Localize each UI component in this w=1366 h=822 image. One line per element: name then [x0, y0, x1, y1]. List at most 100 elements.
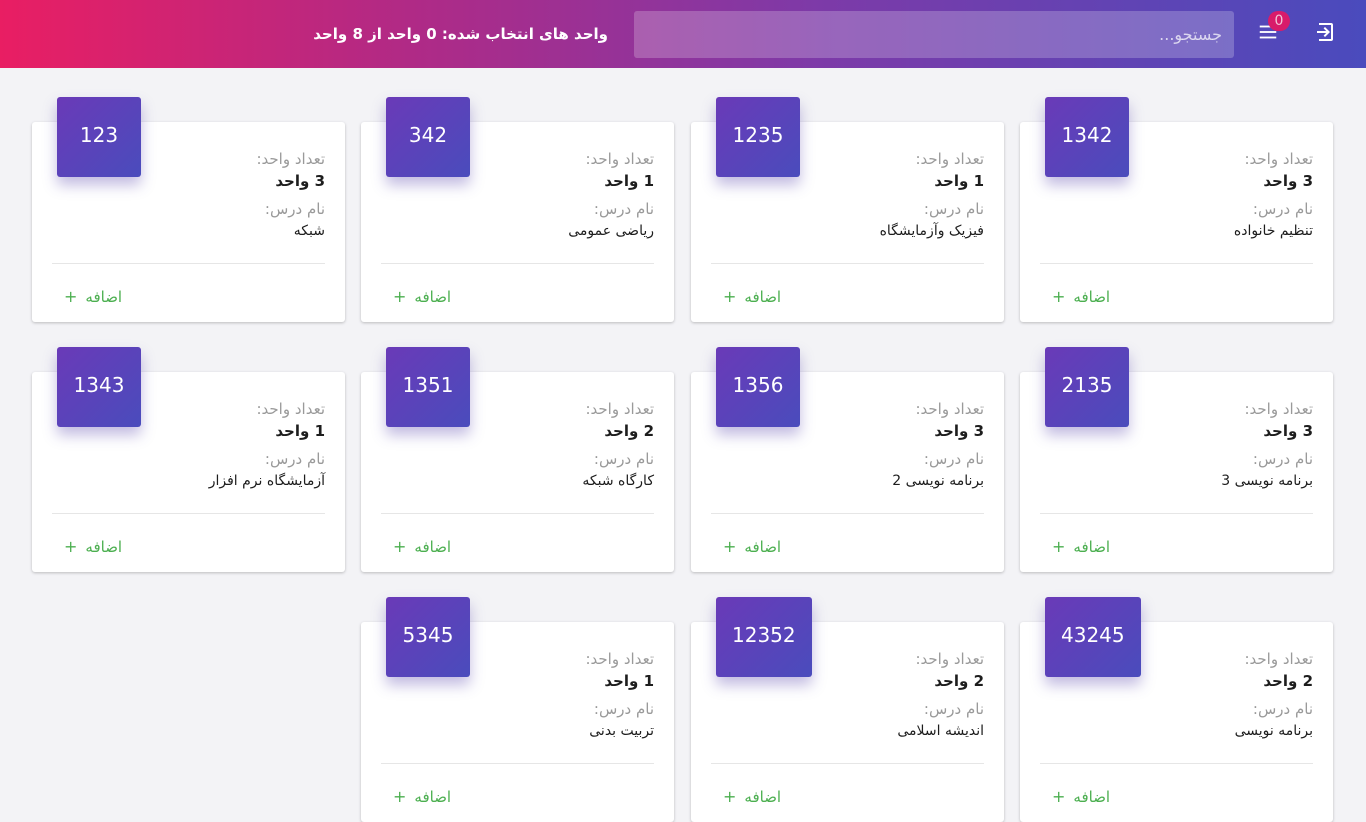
add-label: اضافه [744, 538, 782, 556]
units-label: تعداد واحد: [585, 400, 654, 418]
add-course-button[interactable]: + اضافه [723, 786, 781, 808]
units-value: 3 واحد [1263, 172, 1313, 190]
course-info: تعداد واحد: 1 واحد نام درس: تربیت بدنی [454, 648, 654, 742]
course-name: اندیشه اسلامی [897, 723, 984, 739]
units-value: 2 واحد [604, 422, 654, 440]
units-label: تعداد واحد: [915, 150, 984, 168]
course-info: تعداد واحد: 2 واحد نام درس: برنامه نویسی [1113, 648, 1313, 742]
course-name-label: نام درس: [923, 700, 984, 718]
card-divider [1040, 263, 1313, 264]
units-label: تعداد واحد: [1244, 150, 1313, 168]
plus-icon: + [723, 287, 737, 306]
course-name-label: نام درس: [1252, 450, 1313, 468]
course-name-label: نام درس: [593, 450, 654, 468]
logout-button[interactable] [1310, 16, 1342, 48]
units-value: 2 واحد [1263, 672, 1313, 690]
add-label: اضافه [414, 788, 452, 806]
add-label: اضافه [414, 538, 452, 556]
card-divider [381, 763, 654, 764]
search-input[interactable] [634, 11, 1234, 58]
card-divider [711, 763, 984, 764]
units-label: تعداد واحد: [256, 150, 325, 168]
units-value: 1 واحد [275, 422, 325, 440]
course-name-label: نام درس: [264, 200, 325, 218]
course-card: 12352 تعداد واحد: 2 واحد نام درس: اندیشه اسل… [691, 597, 1004, 822]
course-info: تعداد واحد: 3 واحد نام درس: تنظیم خانواده [1113, 148, 1313, 242]
course-card: 2135 تعداد واحد: 3 واحد نام درس: برنامه نویس… [1020, 347, 1333, 572]
logout-icon [1317, 23, 1333, 41]
course-card: 1351 تعداد واحد: 2 واحد نام درس: کارگاه شبکه… [361, 347, 674, 572]
plus-icon: + [393, 287, 407, 306]
course-name: تربیت بدنی [589, 723, 654, 739]
course-name: برنامه نویسی 2 [892, 473, 984, 489]
course-name: کارگاه شبکه [582, 473, 654, 489]
add-course-button[interactable]: + اضافه [1052, 286, 1110, 308]
course-name-label: نام درس: [593, 700, 654, 718]
course-card: 123 تعداد واحد: 3 واحد نام درس: شبکه + اضافه [32, 97, 345, 322]
units-label: تعداد واحد: [1244, 650, 1313, 668]
course-name: شبکه [293, 223, 325, 239]
add-course-button[interactable]: + اضافه [723, 536, 781, 558]
course-card: 1342 تعداد واحد: 3 واحد نام درس: تنظیم خانوا… [1020, 97, 1333, 322]
course-name: آزمایشگاه نرم افزار [208, 473, 325, 489]
course-info: تعداد واحد: 3 واحد نام درس: برنامه نویسی 3 [1113, 398, 1313, 492]
add-label: اضافه [85, 538, 123, 556]
course-info: تعداد واحد: 2 واحد نام درس: کارگاه شبکه [454, 398, 654, 492]
card-divider [1040, 763, 1313, 764]
course-card: 1343 تعداد واحد: 1 واحد نام درس: آزمایشگاه ن… [32, 347, 345, 572]
add-course-button[interactable]: + اضافه [393, 536, 451, 558]
course-card: 43245 تعداد واحد: 2 واحد نام درس: برنامه نوی… [1020, 597, 1333, 822]
add-course-button[interactable]: + اضافه [1052, 786, 1110, 808]
card-divider [711, 513, 984, 514]
units-label: تعداد واحد: [256, 400, 325, 418]
add-course-button[interactable]: + اضافه [393, 286, 451, 308]
units-value: 2 واحد [934, 672, 984, 690]
course-card: 1235 تعداد واحد: 1 واحد نام درس: فیزیک وآزما… [691, 97, 1004, 322]
units-label: تعداد واحد: [585, 150, 654, 168]
course-name-label: نام درس: [1252, 700, 1313, 718]
add-course-button[interactable]: + اضافه [393, 786, 451, 808]
course-info: تعداد واحد: 3 واحد نام درس: برنامه نویسی 2 [784, 398, 984, 492]
course-info: تعداد واحد: 1 واحد نام درس: ریاضی عمومی [454, 148, 654, 242]
plus-icon: + [723, 537, 737, 556]
course-name-label: نام درس: [923, 200, 984, 218]
plus-icon: + [393, 537, 407, 556]
course-card: 342 تعداد واحد: 1 واحد نام درس: ریاضی عمومی +… [361, 97, 674, 322]
card-divider [711, 263, 984, 264]
plus-icon: + [1052, 787, 1066, 806]
add-course-button[interactable]: + اضافه [64, 286, 122, 308]
units-label: تعداد واحد: [585, 650, 654, 668]
course-info: تعداد واحد: 1 واحد نام درس: آزمایشگاه نرم ا… [125, 398, 325, 492]
course-name-label: نام درس: [264, 450, 325, 468]
course-card: 1356 تعداد واحد: 3 واحد نام درس: برنامه نویس… [691, 347, 1004, 572]
add-label: اضافه [744, 788, 782, 806]
units-value: 3 واحد [934, 422, 984, 440]
course-info: تعداد واحد: 1 واحد نام درس: فیزیک وآزمایشگا… [784, 148, 984, 242]
selected-units-summary: واحد های انتخاب شده: 0 واحد از 8 واحد [313, 25, 608, 43]
course-name-label: نام درس: [923, 450, 984, 468]
add-label: اضافه [1073, 538, 1111, 556]
plus-icon: + [1052, 537, 1066, 556]
units-value: 1 واحد [604, 172, 654, 190]
units-label: تعداد واحد: [915, 400, 984, 418]
add-label: اضافه [414, 288, 452, 306]
add-course-button[interactable]: + اضافه [723, 286, 781, 308]
course-name: تنظیم خانواده [1233, 223, 1313, 239]
units-value: 1 واحد [934, 172, 984, 190]
units-value: 3 واحد [275, 172, 325, 190]
card-divider [1040, 513, 1313, 514]
plus-icon: + [723, 787, 737, 806]
course-name: برنامه نویسی 3 [1221, 473, 1313, 489]
course-name: ریاضی عمومی [568, 223, 654, 239]
card-divider [52, 263, 325, 264]
course-info: تعداد واحد: 2 واحد نام درس: اندیشه اسلامی [784, 648, 984, 742]
course-card: 5345 تعداد واحد: 1 واحد نام درس: تربیت بدنی +… [361, 597, 674, 822]
card-divider [52, 513, 325, 514]
add-label: اضافه [1073, 788, 1111, 806]
add-course-button[interactable]: + اضافه [1052, 536, 1110, 558]
units-label: تعداد واحد: [915, 650, 984, 668]
top-app-bar: 0 واحد های انتخاب شده: 0 واحد از 8 واحد [0, 0, 1366, 68]
plus-icon: + [64, 537, 78, 556]
plus-icon: + [393, 787, 407, 806]
add-course-button[interactable]: + اضافه [64, 536, 122, 558]
